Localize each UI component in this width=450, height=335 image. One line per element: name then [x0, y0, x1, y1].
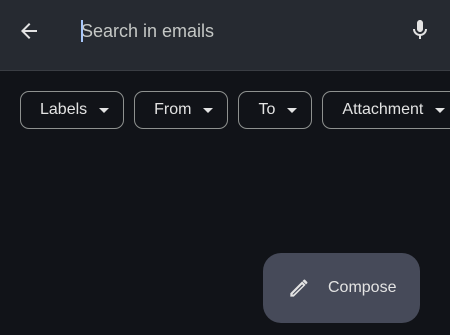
search-field[interactable]	[79, 17, 381, 45]
chip-label: From	[154, 101, 192, 118]
text-cursor	[81, 20, 83, 42]
dropdown-caret-icon	[99, 107, 110, 113]
pencil-icon	[286, 275, 312, 301]
search-screen: Labels From To Attachment Compose	[0, 0, 450, 335]
chip-label: To	[258, 101, 276, 118]
filter-chip-to[interactable]: To	[238, 91, 313, 129]
arrow-left-icon	[21, 23, 37, 39]
filter-chip-labels[interactable]: Labels	[20, 91, 125, 129]
compose-button[interactable]: Compose	[263, 253, 420, 323]
filter-chips: Labels From To Attachment	[20, 91, 450, 131]
filter-chip-attachment[interactable]: Attachment	[322, 91, 450, 129]
back-button[interactable]	[13, 15, 45, 47]
dropdown-caret-icon	[203, 107, 214, 113]
dropdown-caret-icon	[435, 107, 446, 113]
microphone-icon	[413, 20, 427, 39]
chip-label: Attachment	[342, 101, 424, 118]
dropdown-caret-icon	[287, 107, 298, 113]
filter-chip-from[interactable]: From	[134, 91, 229, 129]
compose-label: Compose	[328, 279, 397, 296]
voice-search-button[interactable]	[404, 14, 436, 46]
search-input[interactable]	[79, 17, 381, 45]
chip-label: Labels	[40, 101, 88, 118]
search-toolbar	[0, 0, 450, 71]
